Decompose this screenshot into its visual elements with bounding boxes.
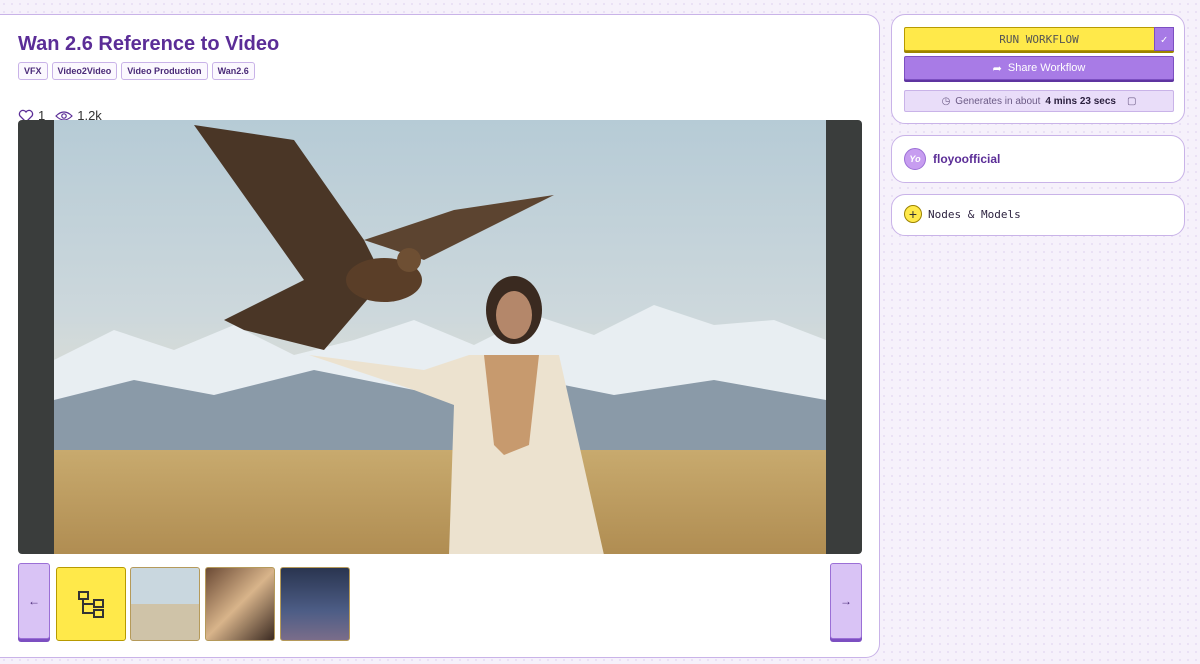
generates-prefix: Generates in about [955,95,1041,107]
tag-video2video[interactable]: Video2Video [51,62,118,80]
preview-frame [54,120,826,554]
workflow-card: Wan 2.6 Reference to Video VFX Video2Vid… [0,14,880,658]
actions-card: RUN WORKFLOW ✓ ➦ Share Workflow ◷ Genera… [891,14,1185,124]
author-row: Yo floyoofficial [904,148,1000,170]
plus-icon[interactable]: + [904,205,922,223]
arrow-left-icon: ← [28,594,40,608]
avatar: Yo [904,148,926,170]
share-workflow-label: Share Workflow [1007,62,1086,74]
page-title: Wan 2.6 Reference to Video [18,33,280,55]
thumbnail-strip: ← → [18,563,862,641]
nodes-models-row: + Nodes & Models [904,205,1021,223]
author-card[interactable]: Yo floyoofficial [891,135,1185,183]
author-name[interactable]: floyoofficial [933,152,1000,166]
tag-video-production[interactable]: Video Production [121,62,208,80]
preview-video[interactable] [18,120,862,554]
tag-vfx[interactable]: VFX [18,62,48,80]
share-icon: ➦ [992,62,1002,75]
info-icon[interactable]: ▢ [1127,96,1136,107]
tag-list: VFX Video2Video Video Production Wan2.6 [18,62,255,80]
run-workflow-label: RUN WORKFLOW [999,32,1079,46]
nodes-models-card[interactable]: + Nodes & Models [891,194,1185,236]
workflow-graph-icon [78,591,104,618]
run-workflow-button[interactable]: RUN WORKFLOW ✓ [904,27,1174,51]
generates-time: 4 mins 23 secs [1045,95,1116,107]
stage-performer-thumbnail[interactable] [280,567,350,641]
clock-icon: ◷ [941,95,951,107]
checkmark-icon[interactable]: ✓ [1154,27,1174,51]
thumbnail-workflow[interactable] [56,567,126,641]
man-speaking-thumbnail[interactable] [205,567,275,641]
arrow-right-icon: → [840,594,852,608]
tag-wan26[interactable]: Wan2.6 [211,62,255,80]
generation-time-info: ◷ Generates in about 4 mins 23 secs ▢ [904,90,1174,112]
eagle-woman-thumbnail[interactable] [130,567,200,641]
share-workflow-button[interactable]: ➦ Share Workflow [904,56,1174,80]
gallery-prev-button[interactable]: ← [18,563,50,639]
nodes-models-label: Nodes & Models [928,207,1021,221]
woman-graphic [309,276,604,554]
gallery-next-button[interactable]: → [830,563,862,639]
